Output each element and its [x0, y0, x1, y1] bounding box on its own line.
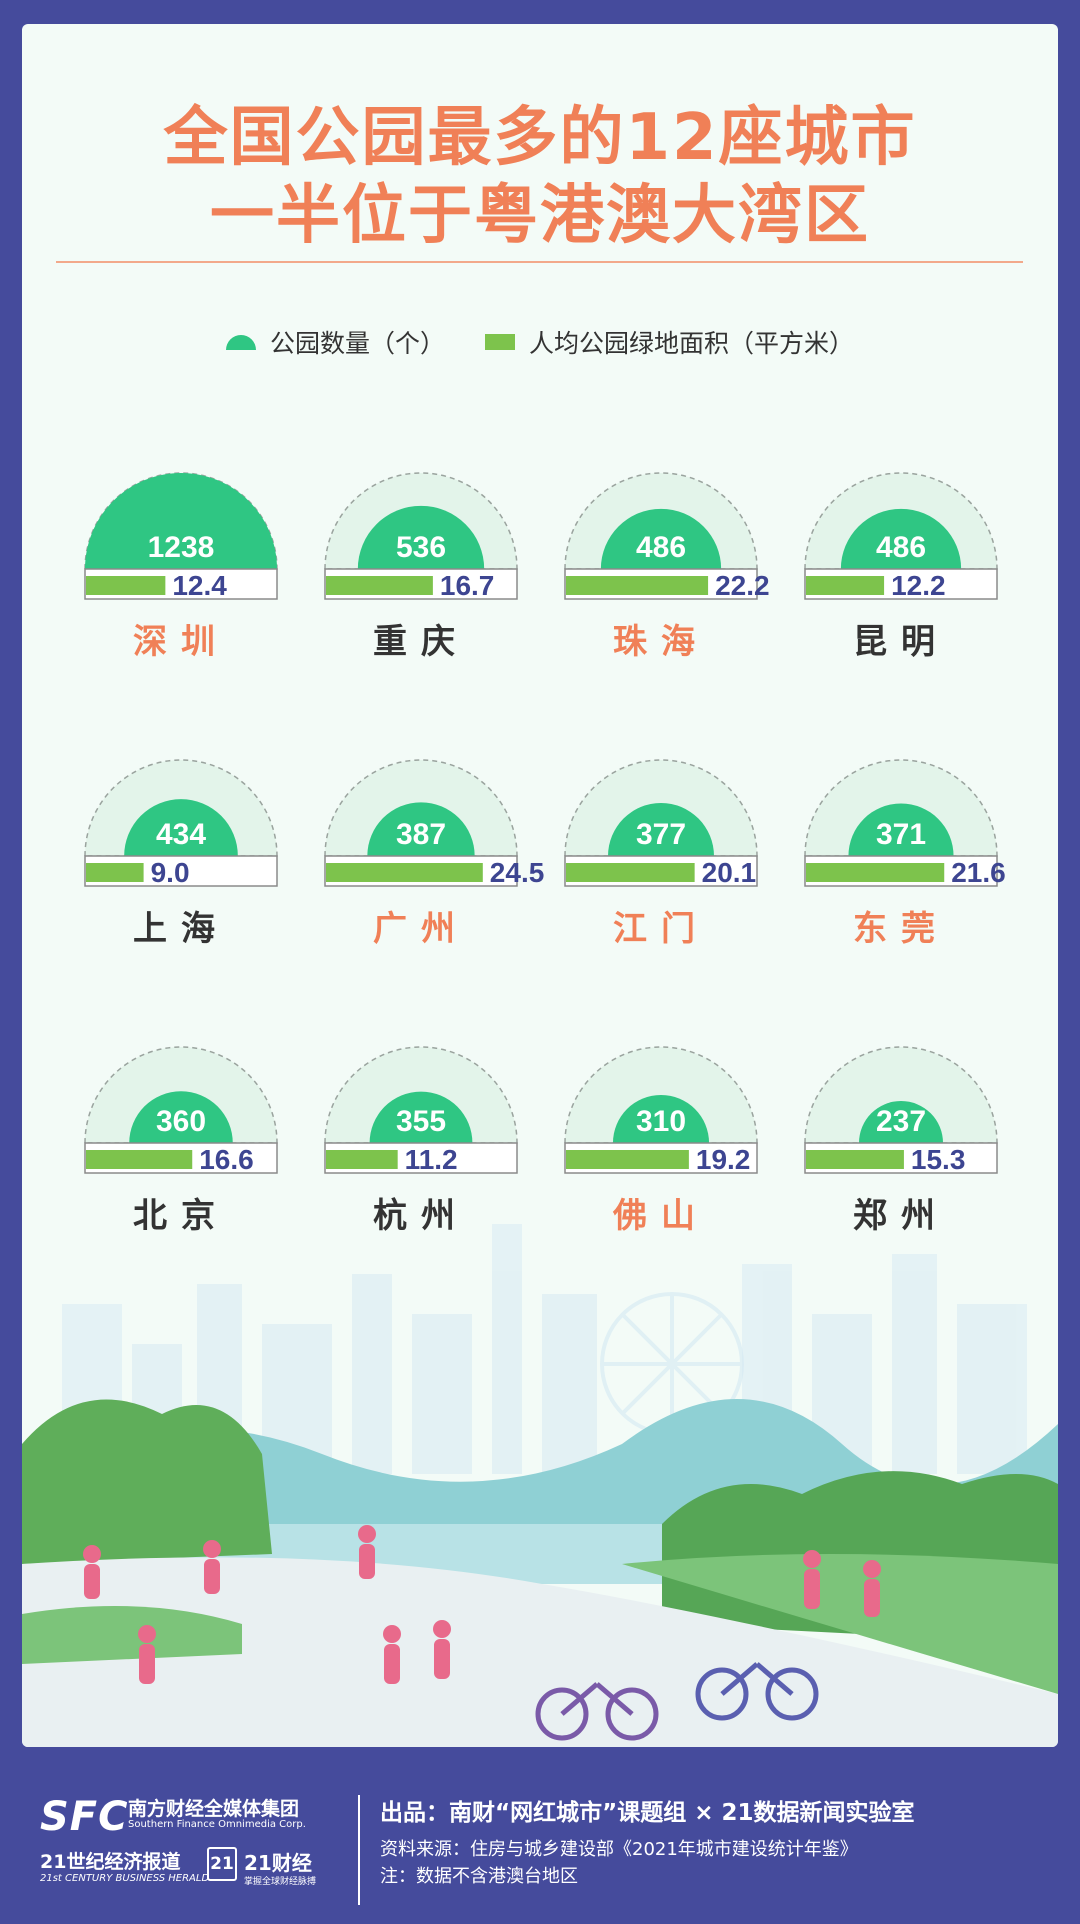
park-count-label: 1238	[148, 531, 215, 564]
city-chart: 377 20.1 江门	[564, 759, 758, 949]
area-value-label: 16.6	[199, 1144, 254, 1175]
park-illustration	[22, 1224, 1058, 1747]
park-count-label: 486	[636, 531, 686, 564]
area-bar-mark	[326, 576, 433, 595]
area-bar-mark	[806, 576, 885, 595]
area-value-label: 12.4	[172, 570, 227, 601]
city-name-label: 深圳	[133, 622, 229, 662]
c21-logo-box: 21	[207, 1847, 237, 1881]
city-chart: 371 21.6东莞	[804, 759, 1006, 949]
park-count-label: 486	[876, 531, 926, 564]
city-chart: 36016.6北京	[84, 1046, 278, 1236]
city-name-label: 广州	[373, 909, 469, 949]
city-name-label: 昆明	[853, 622, 949, 662]
area-value-label: 12.2	[891, 570, 946, 601]
sfc-name: 南方财经全媒体集团	[128, 1798, 300, 1820]
area-value-label: 11.2	[405, 1144, 458, 1175]
area-bar-mark	[326, 863, 483, 882]
area-value-label: 9.0	[151, 857, 190, 888]
area-bar-mark	[86, 1150, 193, 1169]
park-count-label: 360	[156, 1105, 206, 1138]
footer: SFC 南方财经全媒体集团 Southern Finance Omnimedia…	[0, 1747, 1080, 1924]
area-bar-mark	[566, 576, 709, 595]
city-chart: 1238 12.4 深圳	[84, 472, 278, 662]
city-chart: 31019.2佛山	[564, 1046, 758, 1236]
area-value-label: 15.3	[911, 1144, 966, 1175]
city-chart: 35511.2杭州	[324, 1046, 518, 1236]
area-value-label: 19.2	[696, 1144, 751, 1175]
area-bar-mark	[806, 863, 945, 882]
park-count-label: 355	[396, 1105, 446, 1138]
city-chart: 486 22.2珠海	[564, 472, 770, 662]
cbh-english-name: 21st CENTURY BUSINESS HERALD	[40, 1873, 210, 1884]
area-value-label: 24.5	[490, 857, 545, 888]
sfc-logo: SFC	[40, 1794, 129, 1840]
data-note: 注：数据不含港澳台地区	[380, 1866, 578, 1887]
city-chart: 486 12.2 昆明	[804, 472, 998, 662]
area-value-label: 20.1	[702, 857, 757, 888]
sfc-english-name: Southern Finance Omnimedia Corp.	[128, 1819, 306, 1830]
city-chart: 536 16.7 重庆	[324, 472, 518, 662]
area-value-label: 16.7	[440, 570, 495, 601]
city-charts: 1238 12.4 深圳 536 16.7 重庆 486 22.2珠海 486 12.2 昆明 434…	[84, 472, 1006, 1236]
city-name-label: 珠海	[613, 622, 709, 662]
data-source: 资料来源：住房与城乡建设部《2021年城市建设统计年鉴》	[380, 1839, 858, 1860]
produced-by: 出品：南财“网红城市”课题组 × 21数据新闻实验室	[380, 1800, 915, 1826]
park-count-label: 310	[636, 1105, 686, 1138]
area-bar-mark	[566, 863, 695, 882]
park-count-label: 434	[156, 818, 206, 851]
area-bar-mark	[806, 1150, 904, 1169]
park-count-label: 371	[876, 818, 926, 851]
area-value-label: 22.2	[715, 570, 770, 601]
c21-logo: 21财经	[244, 1851, 312, 1875]
area-bar-mark	[566, 1150, 689, 1169]
area-value-label: 21.6	[951, 857, 1006, 888]
park-count-label: 377	[636, 818, 686, 851]
park-count-label: 387	[396, 818, 446, 851]
city-name-label: 重庆	[373, 622, 469, 662]
area-bar-mark	[326, 1150, 398, 1169]
footer-divider	[358, 1795, 360, 1905]
city-chart: 434 9.0 上海	[84, 759, 278, 949]
c21-slogan: 掌握全球财经脉搏	[244, 1877, 317, 1887]
city-name-label: 东莞	[853, 909, 949, 949]
city-chart: 387 24.5 广州	[324, 759, 545, 949]
area-bar-mark	[86, 863, 144, 882]
park-count-label: 237	[876, 1105, 926, 1138]
left-trees	[22, 1399, 272, 1564]
infographic-card: 全国公园最多的12座城市 一半位于粤港澳大湾区 公园数量（个） 人均公园绿地面积…	[22, 24, 1058, 1747]
city-name-label: 上海	[133, 909, 229, 949]
area-bar-mark	[86, 576, 166, 595]
cbh-logo: 21世纪经济报道	[40, 1851, 181, 1873]
park-count-label: 536	[396, 531, 446, 564]
city-name-label: 江门	[613, 909, 709, 949]
city-chart: 23715.3郑州	[804, 1046, 998, 1236]
